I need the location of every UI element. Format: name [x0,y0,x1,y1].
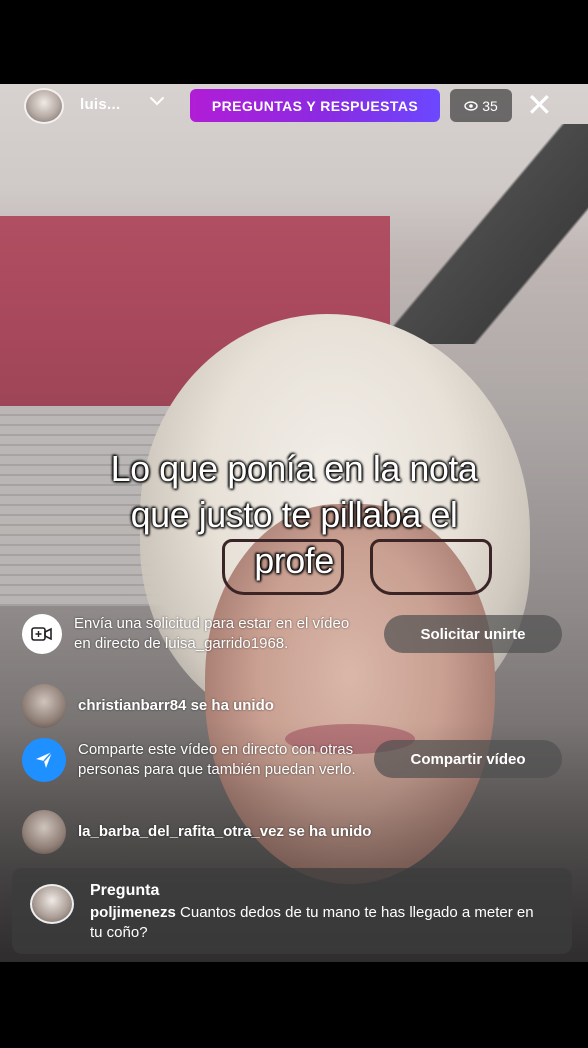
join-comment-text: christianbarr84 se ha unido [78,696,274,716]
ceiling-beam [388,124,588,344]
share-comment: Comparte este vídeo en directo con otras… [22,738,372,782]
avatar[interactable] [22,810,66,854]
eye-icon [464,98,478,114]
host-avatar[interactable] [24,88,64,124]
comment-body: se ha unido [288,823,372,840]
request-join-text: Envía una solicitud para estar en el víd… [74,615,350,652]
live-top-bar: luis... PREGUNTAS Y RESPUESTAS 35 ✕ [0,84,588,130]
close-icon[interactable]: ✕ [526,88,553,122]
qa-badge[interactable]: PREGUNTAS Y RESPUESTAS [190,89,440,122]
viewer-count-badge[interactable]: 35 [450,89,512,122]
paper-plane-icon [22,738,66,782]
caption-line: Lo que ponía en la nota [110,448,478,489]
caption-line: que justo te pillaba el [130,494,458,535]
caption-line: profe [254,540,334,581]
join-comment: la_barba_del_rafita_otra_vez se ha unido [22,810,371,854]
comment-username[interactable]: la_barba_del_rafita_otra_vez [78,823,284,840]
question-body: poljimenezs Cuantos dedos de tu mano te … [90,903,550,943]
avatar[interactable] [22,684,66,728]
overlay-caption: Lo que ponía en la nota que justo te pil… [30,446,558,584]
request-join-button[interactable]: Solicitar unirte [384,615,562,653]
share-video-button[interactable]: Compartir vídeo [374,740,562,778]
question-label: Pregunta [90,882,160,899]
chevron-down-icon[interactable] [148,92,166,115]
join-comment: christianbarr84 se ha unido [22,684,274,728]
comment-body: se ha unido [190,697,274,714]
video-camera-icon [22,614,62,654]
viewer-count: 35 [482,97,498,114]
question-avatar[interactable] [30,884,74,924]
share-text: Comparte este vídeo en directo con otras… [78,741,356,778]
request-join-comment: Envía una solicitud para estar en el víd… [22,614,362,654]
comment-username[interactable]: christianbarr84 [78,697,186,714]
question-card[interactable]: Pregunta poljimenezs Cuantos dedos de tu… [12,868,572,954]
join-comment-text: la_barba_del_rafita_otra_vez se ha unido [78,822,371,842]
question-username[interactable]: poljimenezs [90,904,176,921]
host-username[interactable]: luis... [80,96,120,113]
